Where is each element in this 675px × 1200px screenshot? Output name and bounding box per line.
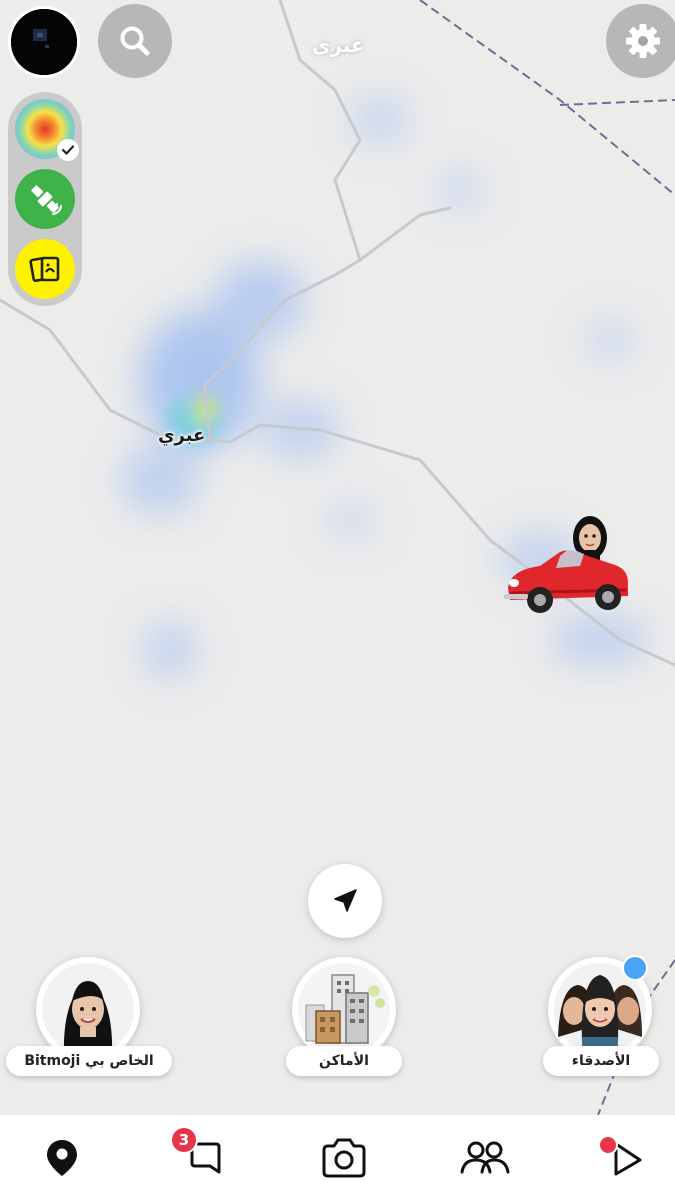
map-pin-icon — [47, 1140, 77, 1176]
avatar-image — [11, 9, 77, 75]
friend-bitmoji-car[interactable] — [500, 508, 635, 620]
map-layers-panel — [8, 92, 82, 306]
bitmoji-car-image — [504, 516, 628, 613]
search-button[interactable] — [98, 4, 172, 78]
layer-heatmap-button[interactable] — [15, 99, 79, 161]
navigation-arrow-icon — [334, 889, 357, 912]
camera-icon — [322, 1138, 366, 1178]
tab-friends[interactable] — [455, 1133, 515, 1183]
settings-button[interactable] — [606, 4, 675, 78]
friends-icon — [460, 1141, 510, 1174]
stories-notification-dot — [598, 1135, 618, 1155]
memories-cards-icon — [29, 256, 60, 283]
layer-satellite-button[interactable] — [15, 169, 75, 229]
locate-me-button[interactable] — [308, 864, 382, 938]
places-label[interactable]: الأماكن — [286, 1046, 402, 1076]
my-bitmoji-label[interactable]: Bitmoji الخاص بي — [6, 1046, 172, 1076]
gear-icon — [626, 24, 660, 58]
tab-map[interactable] — [32, 1133, 92, 1183]
satellite-icon — [31, 185, 62, 215]
map-view[interactable]: عبري عبري — [0, 0, 675, 1115]
selected-check-icon — [57, 139, 79, 161]
tab-camera[interactable] — [314, 1133, 374, 1183]
map-city-label[interactable]: عبري — [158, 425, 205, 446]
friends-label[interactable]: الأصدقاء — [543, 1046, 659, 1076]
chat-unread-badge: 3 — [170, 1126, 198, 1154]
friends-notification-dot — [622, 955, 648, 981]
layer-memories-button[interactable] — [15, 239, 75, 299]
bottom-tab-bar — [0, 1115, 675, 1200]
map-place-label-top[interactable]: عبري — [312, 33, 365, 57]
profile-avatar-button[interactable] — [8, 6, 80, 78]
search-icon — [120, 26, 150, 56]
